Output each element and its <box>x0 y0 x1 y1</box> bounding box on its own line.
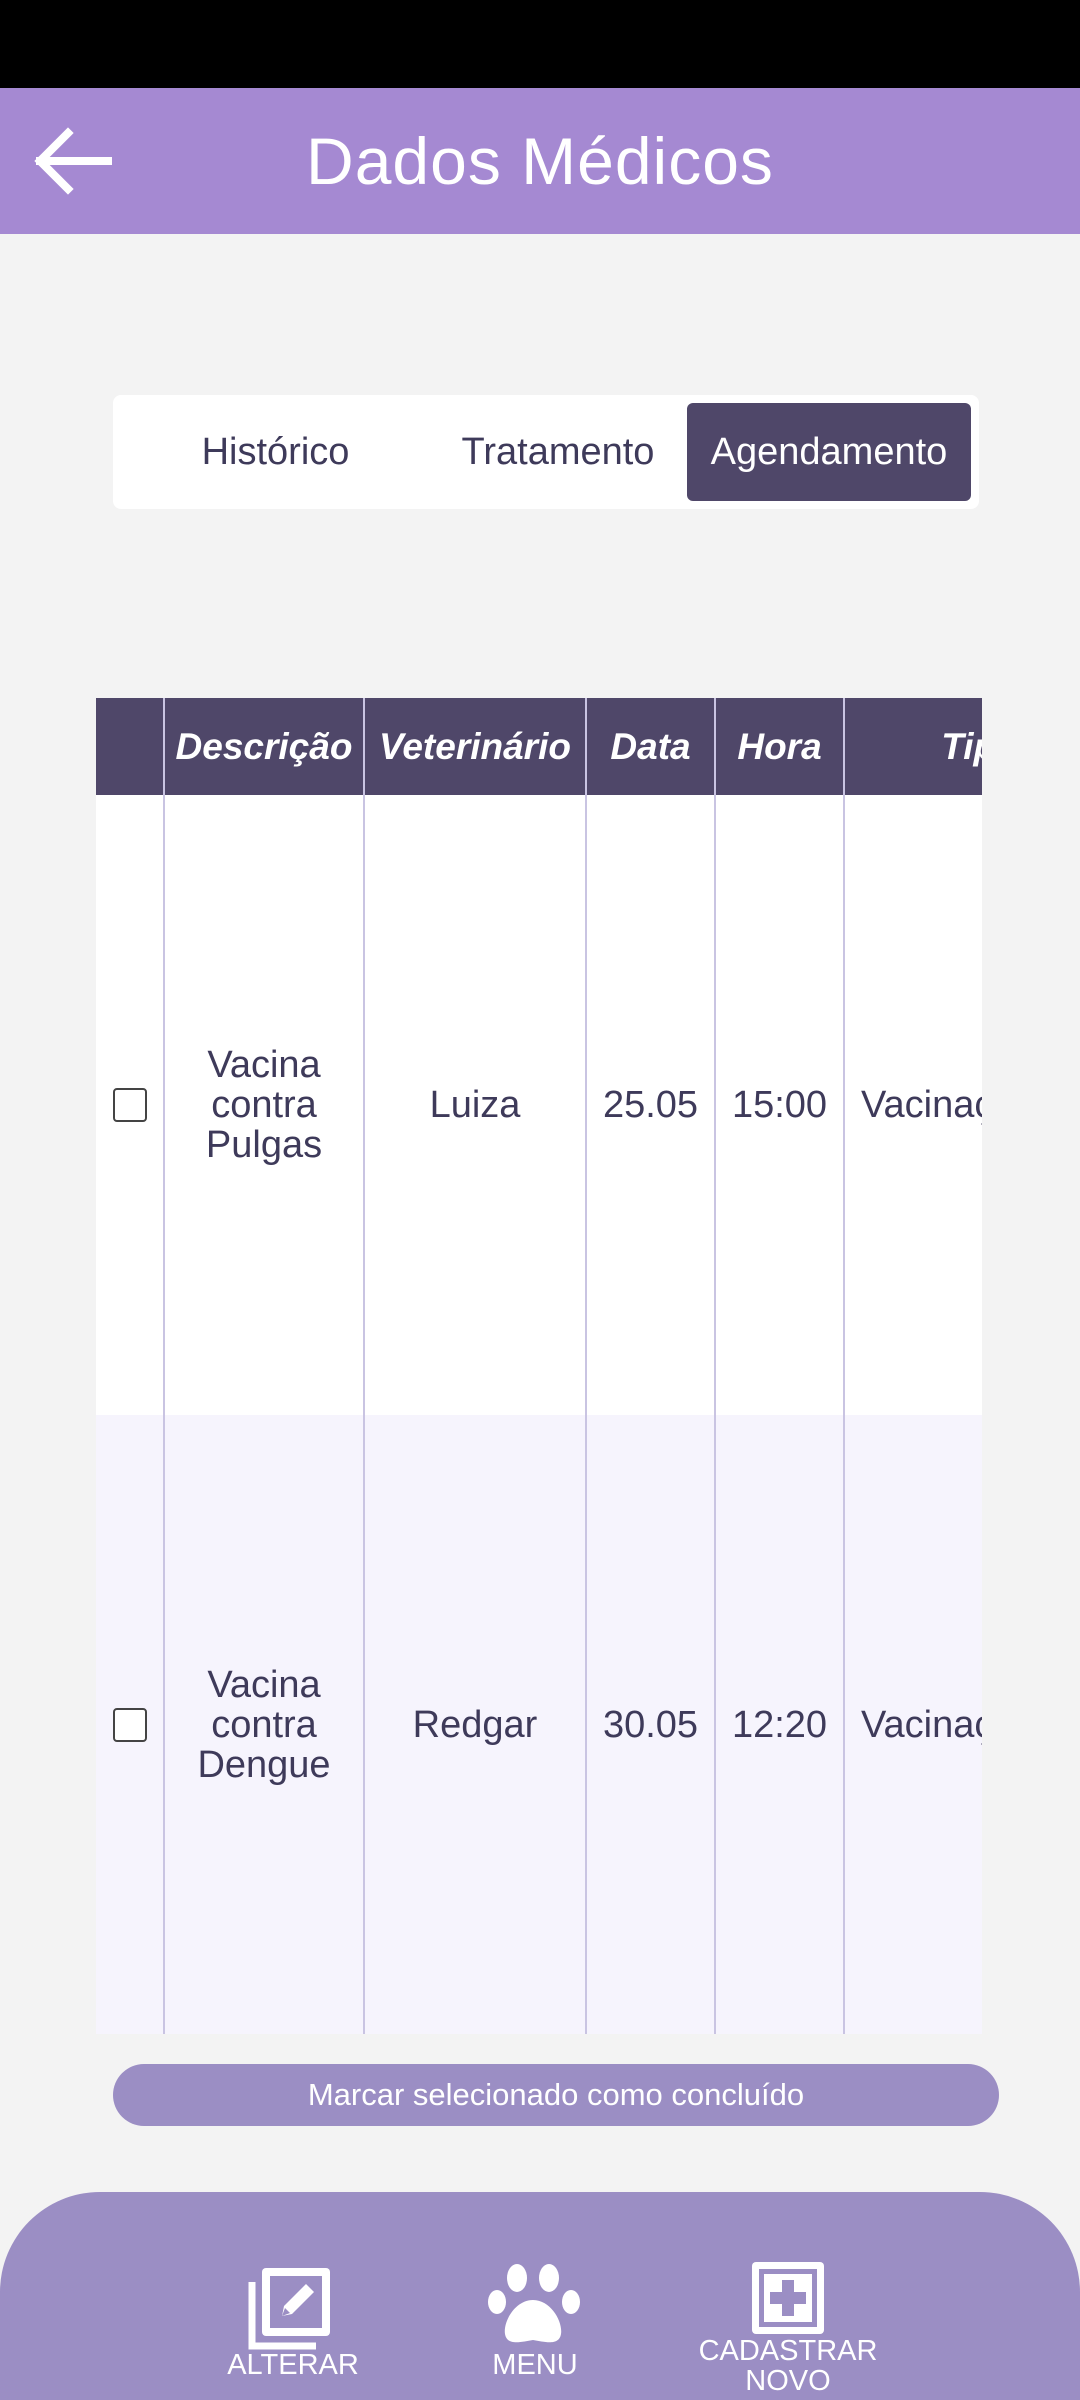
row-checkbox[interactable] <box>112 1708 147 1742</box>
column-header-data[interactable]: Data <box>586 698 716 795</box>
arrow-left-icon <box>34 127 112 195</box>
cell-veterinario: Luiza <box>364 795 587 1415</box>
column-header-hora[interactable]: Hora <box>715 698 845 795</box>
edit-icon <box>248 2268 330 2350</box>
cell-data: 30.05 <box>586 1415 716 2034</box>
page-title: Dados Médicos <box>306 124 774 198</box>
mark-done-button[interactable]: Marcar selecionado como concluído <box>113 2064 999 2126</box>
column-header-select <box>96 698 165 795</box>
paw-icon <box>488 2264 580 2343</box>
cell-tipo: Vacinação <box>844 795 982 1415</box>
table-row: Vacina contra Dengue Redgar 30.05 12:20 … <box>96 1415 982 2034</box>
cell-data: 25.05 <box>586 795 716 1415</box>
schedule-table[interactable]: Descrição Veterinário Data Hora Tipo Vac… <box>96 698 982 2034</box>
alterar-button[interactable]: ALTERAR <box>218 2260 368 2380</box>
back-button[interactable] <box>28 126 118 196</box>
tab-tratamento[interactable]: Tratamento <box>423 403 693 501</box>
column-header-veterinario[interactable]: Veterinário <box>364 698 587 795</box>
menu-label: MENU <box>492 2349 578 2381</box>
plus-square-icon <box>752 2262 824 2334</box>
cell-descricao: Vacina contra Pulgas <box>164 795 365 1415</box>
cell-descricao: Vacina contra Dengue <box>164 1415 365 2034</box>
bottom-nav: ALTERAR MENU CADASTRAR NOVO <box>0 2192 1080 2400</box>
alterar-label: ALTERAR <box>227 2349 359 2381</box>
table-header-row: Descrição Veterinário Data Hora Tipo <box>96 698 982 795</box>
app-bar: Dados Médicos <box>0 88 1080 234</box>
tab-historico[interactable]: Histórico <box>153 403 398 501</box>
cell-veterinario: Redgar <box>364 1415 587 2034</box>
cadastrar-novo-label: CADASTRAR NOVO <box>698 2335 878 2397</box>
menu-button[interactable]: MENU <box>470 2260 600 2380</box>
cadastrar-novo-button[interactable]: CADASTRAR NOVO <box>688 2260 888 2396</box>
status-bar <box>0 0 1080 88</box>
tab-bar: Histórico Tratamento Agendamento <box>113 395 979 509</box>
cell-hora: 15:00 <box>715 795 845 1415</box>
tab-agendamento[interactable]: Agendamento <box>687 403 971 501</box>
cell-tipo: Vacinação <box>844 1415 982 2034</box>
cell-hora: 12:20 <box>715 1415 845 2034</box>
row-checkbox[interactable] <box>112 1088 147 1122</box>
column-header-tipo[interactable]: Tipo <box>844 698 982 795</box>
table-row: Vacina contra Pulgas Luiza 25.05 15:00 V… <box>96 795 982 1415</box>
column-header-descricao[interactable]: Descrição <box>164 698 365 795</box>
